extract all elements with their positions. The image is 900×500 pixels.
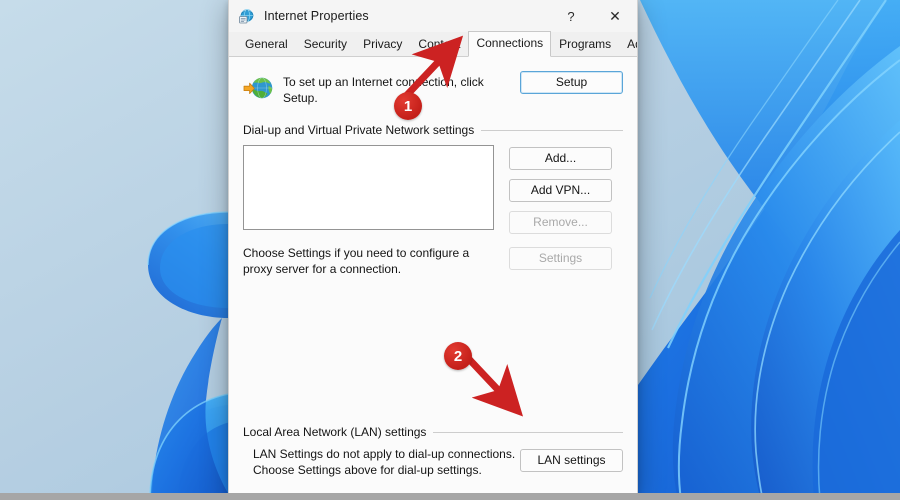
- dialup-group-label: Dial-up and Virtual Private Network sett…: [243, 123, 475, 137]
- setup-button[interactable]: Setup: [520, 71, 623, 94]
- proxy-description: Choose Settings if you need to configure…: [243, 246, 470, 276]
- lan-description-line1: LAN Settings do not apply to dial-up con…: [253, 447, 516, 461]
- globe-connection-icon: [243, 75, 274, 103]
- lan-group-label: Local Area Network (LAN) settings: [243, 425, 427, 439]
- tab-privacy[interactable]: Privacy: [355, 33, 411, 56]
- add-vpn-button[interactable]: Add VPN...: [509, 179, 612, 202]
- tab-strip: General Security Privacy Content Connect…: [229, 31, 637, 57]
- dialup-group-rule: [481, 129, 623, 131]
- setup-intro-row: To set up an Internet connection, click …: [243, 71, 623, 106]
- tab-general[interactable]: General: [237, 33, 296, 56]
- tab-content[interactable]: Content: [410, 33, 469, 56]
- tab-security[interactable]: Security: [295, 33, 356, 56]
- tab-connections[interactable]: Connections: [468, 31, 552, 57]
- help-button[interactable]: ?: [549, 0, 593, 32]
- dialup-connections-listbox[interactable]: [243, 145, 494, 230]
- tab-advanced[interactable]: Advanced: [619, 33, 637, 56]
- lan-group-rule: [433, 431, 623, 433]
- internet-properties-dialog: Internet Properties ? ✕ General Security…: [228, 0, 638, 496]
- remove-button: Remove...: [509, 211, 612, 234]
- taskbar-strip: [0, 493, 900, 500]
- dialup-buttons: Add... Add VPN... Remove...: [509, 145, 612, 234]
- lan-description-line2: Choose Settings above for dial-up settin…: [253, 462, 482, 477]
- lan-description: LAN Settings do not apply to dial-up con…: [243, 447, 520, 478]
- lan-group-header: Local Area Network (LAN) settings: [243, 425, 623, 439]
- internet-properties-icon: [238, 8, 255, 25]
- add-button[interactable]: Add...: [509, 147, 612, 170]
- dialup-group-header: Dial-up and Virtual Private Network sett…: [243, 123, 623, 137]
- lan-settings-button[interactable]: LAN settings: [520, 449, 623, 472]
- proxy-settings-button: Settings: [509, 247, 612, 270]
- caption-buttons: ? ✕: [549, 0, 637, 32]
- setup-intro-text: To set up an Internet connection, click …: [283, 75, 484, 105]
- lan-section: Local Area Network (LAN) settings LAN Se…: [243, 425, 623, 478]
- connections-tab-panel: To set up an Internet connection, click …: [229, 57, 637, 495]
- lan-settings-wrap: LAN settings: [520, 447, 623, 472]
- screen: Internet Properties ? ✕ General Security…: [0, 0, 900, 500]
- proxy-row: Choose Settings if you need to configure…: [243, 246, 623, 277]
- tab-programs[interactable]: Programs: [551, 33, 620, 56]
- close-button[interactable]: ✕: [593, 0, 637, 32]
- window-title: Internet Properties: [264, 9, 369, 23]
- lan-row: LAN Settings do not apply to dial-up con…: [243, 447, 623, 478]
- proxy-settings-wrap: Settings: [509, 246, 612, 270]
- title-bar: Internet Properties ? ✕: [229, 0, 637, 32]
- dialup-area: Add... Add VPN... Remove...: [243, 145, 623, 234]
